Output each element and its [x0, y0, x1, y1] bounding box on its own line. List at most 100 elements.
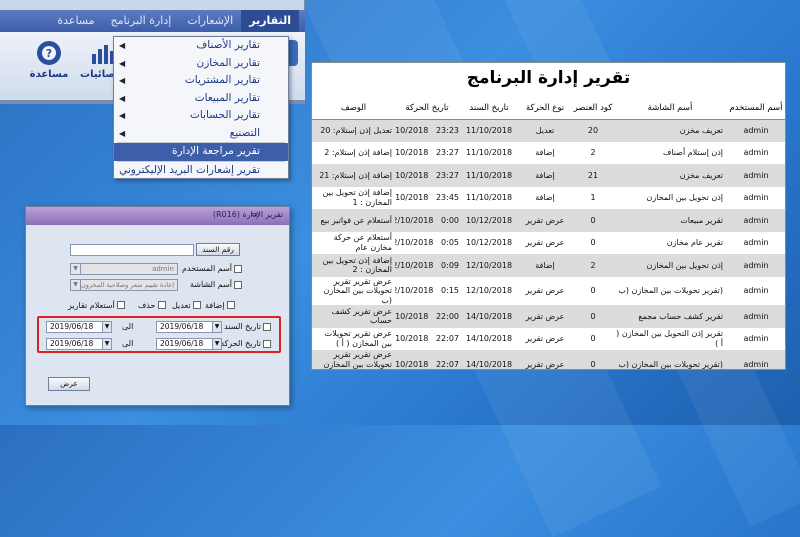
- cell-doc-date: 11/10/2018: [459, 164, 519, 187]
- cell-doc-date: 10/12/2018: [459, 209, 519, 232]
- menu-item-label: تقارير المبيعات: [194, 91, 260, 104]
- cell-screen: تعريف مخزن: [615, 119, 725, 142]
- menu-item-sales-reports[interactable]: تقارير المبيعات ◀: [114, 90, 288, 108]
- menu-reports[interactable]: التقارير: [241, 10, 299, 32]
- screen-select[interactable]: ▼ إعادة تقييم سعر وصلاحية المخزون: [70, 279, 178, 291]
- cell-move-datetime: 22:00 14/10/2018: [395, 305, 459, 328]
- dialog-title: تقرير الإدارة (R016): [212, 210, 283, 219]
- col-user: أسم المستخدم: [725, 97, 785, 120]
- check-add[interactable]: إضافة: [205, 300, 236, 310]
- cell-user: admin: [725, 305, 785, 328]
- checkbox[interactable]: [117, 301, 126, 309]
- svg-text:?: ?: [46, 47, 52, 60]
- cell-user: admin: [743, 334, 769, 343]
- cell-move-date: 11/10/2018: [395, 148, 429, 157]
- help-button[interactable]: ? مساعدة: [22, 40, 76, 80]
- cell-move-datetime: 0:05 12/10/2018: [395, 232, 459, 255]
- cell-type: عرض تقرير: [519, 305, 571, 328]
- submenu-arrow-icon: ◀: [119, 58, 126, 68]
- cell-type: إضافة: [535, 148, 555, 157]
- report-header-row: أسم المستخدم أسم الشاشة كود العنصر نوع ا…: [312, 97, 785, 120]
- menubar: التقارير الإشعارات إدارة البرنامج مساعدة: [0, 10, 305, 32]
- cell-screen: تقرير عام مخازن: [666, 238, 723, 247]
- col-description: الوصف: [312, 97, 395, 120]
- checkbox[interactable]: [193, 301, 202, 309]
- cell-screen: تقرير مبيعات: [615, 209, 725, 232]
- cell-move-datetime: 22:07 14/10/2018: [395, 350, 459, 369]
- screen-label: أسم الشاشة: [189, 280, 232, 289]
- check-edit-label: تعديل: [172, 301, 191, 310]
- cell-move-time: 0:00: [441, 215, 459, 225]
- cell-user: admin: [743, 148, 769, 157]
- cell-user: admin: [743, 193, 769, 202]
- table-row: adminتعريف مخزن20تعديل11/10/201823:23 11…: [312, 119, 785, 142]
- col-doc-date: تاريخ السند: [459, 97, 519, 120]
- cell-screen: (تقرير تحويلات بين المخازن (ب: [618, 286, 723, 295]
- cell-doc-date: 14/10/2018: [459, 305, 519, 328]
- check-edit[interactable]: تعديل: [172, 300, 202, 310]
- cell-screen: إذن تحويل بين المخازن: [646, 193, 723, 202]
- cell-user: admin: [743, 238, 769, 247]
- checkbox[interactable]: [227, 301, 236, 309]
- submenu-arrow-icon: ◀: [119, 111, 126, 120]
- cell-doc-date: 11/10/2018: [465, 193, 513, 202]
- menu-item-accounts-reports[interactable]: تقارير الحسابات ◀: [114, 107, 288, 125]
- cell-move-time: 23:45: [435, 193, 459, 202]
- cell-description: إضافة إذن إستلام: 2: [324, 148, 392, 157]
- menu-item-admin-audit-report[interactable]: تقرير مراجعة الإدارة: [114, 143, 288, 161]
- menu-item-label: تقارير المخازن: [196, 56, 260, 69]
- chevron-down-icon: ▼: [71, 264, 81, 274]
- check-add-label: إضافة: [205, 301, 225, 310]
- menu-help[interactable]: مساعدة: [49, 10, 102, 32]
- cell-move-datetime: 22:07 14/10/2018: [395, 328, 459, 351]
- cell-move-date: 14/10/2018: [395, 359, 429, 369]
- cell-move-time: 22:07: [435, 334, 459, 343]
- table-row: admin (تقرير تحويلات بين المخازن (ب 0 عرض ت…: [312, 350, 785, 369]
- cell-move-datetime: 23:23 11/10/2018: [395, 119, 459, 142]
- cell-user: admin: [743, 286, 769, 295]
- cell-move-time: 23:27: [435, 148, 459, 157]
- cell-code: 1: [590, 193, 596, 202]
- check-query[interactable]: أستعلام تقارير: [68, 300, 126, 310]
- menu-program-admin[interactable]: إدارة البرنامج: [103, 10, 180, 32]
- cell-type: عرض تقرير: [519, 350, 571, 369]
- cell-code: 0: [571, 209, 615, 232]
- cell-code: 0: [590, 238, 596, 247]
- cell-move-datetime: 23:45 11/10/2018: [395, 187, 459, 210]
- cell-description: عرض تقرير كشف حساب: [312, 305, 395, 328]
- user-select[interactable]: ▼ admin: [70, 263, 178, 275]
- table-row: admin تقرير كشف حساب مجمع 0 عرض تقرير 14/10/…: [312, 305, 785, 328]
- doc-number-field[interactable]: [70, 244, 194, 256]
- cell-description: إضافة إذن تحويل بين المخازن : 1: [322, 188, 392, 207]
- cell-description: عرض تقرير تحويلات بين المخازن ( أ ): [324, 329, 392, 348]
- menu-notifications[interactable]: الإشعارات: [179, 10, 241, 32]
- cell-code: 0: [571, 350, 615, 369]
- cell-move-date: 12/10/2018: [395, 238, 434, 247]
- cell-code: 2: [571, 254, 615, 277]
- cell-move-date: 11/10/2018: [395, 193, 429, 202]
- dialog-titlebar[interactable]: ⇔ تقرير الإدارة (R016): [26, 207, 289, 225]
- screen-select-value: إعادة تقييم سعر وصلاحية المخزون: [81, 281, 174, 289]
- screen-checkbox[interactable]: [234, 281, 242, 289]
- menu-item-purchases-reports[interactable]: تقارير المشتريات ◀: [114, 72, 288, 90]
- cell-user: admin: [725, 350, 785, 369]
- show-report-button[interactable]: عرض: [48, 377, 90, 391]
- cell-doc-date: 11/10/2018: [459, 119, 519, 142]
- user-checkbox[interactable]: [234, 265, 242, 273]
- cell-screen: إذن تحويل بين المخازن: [615, 254, 725, 277]
- menu-item-email-notifications-report[interactable]: تقرير إشعارات البريد الإليكتروني: [114, 162, 288, 180]
- report-preview: تقرير إدارة البرنامج أسم المستخدم أسم ال…: [311, 62, 786, 370]
- submenu-arrow-icon: ◀: [119, 93, 126, 103]
- menu-item-label: تقرير مراجعة الإدارة: [171, 145, 260, 157]
- cell-move-time: 0:09: [441, 260, 459, 270]
- menu-item-stores-reports[interactable]: تقارير المخازن ◀: [114, 55, 288, 73]
- menu-item-items-reports[interactable]: تقارير الأصناف ◀: [114, 37, 288, 55]
- cell-code: 0: [571, 305, 615, 328]
- cell-type: إضافة: [535, 193, 555, 202]
- check-delete[interactable]: حذف: [138, 300, 166, 310]
- menu-item-manufacturing[interactable]: التصنيع ◀: [114, 125, 288, 143]
- cell-move-time: 23:27: [435, 170, 459, 180]
- checkbox[interactable]: [157, 301, 166, 309]
- cell-code: 0: [590, 286, 596, 295]
- cell-screen: تقرير إذن التحويل بين المخازن ( أ ): [616, 329, 723, 348]
